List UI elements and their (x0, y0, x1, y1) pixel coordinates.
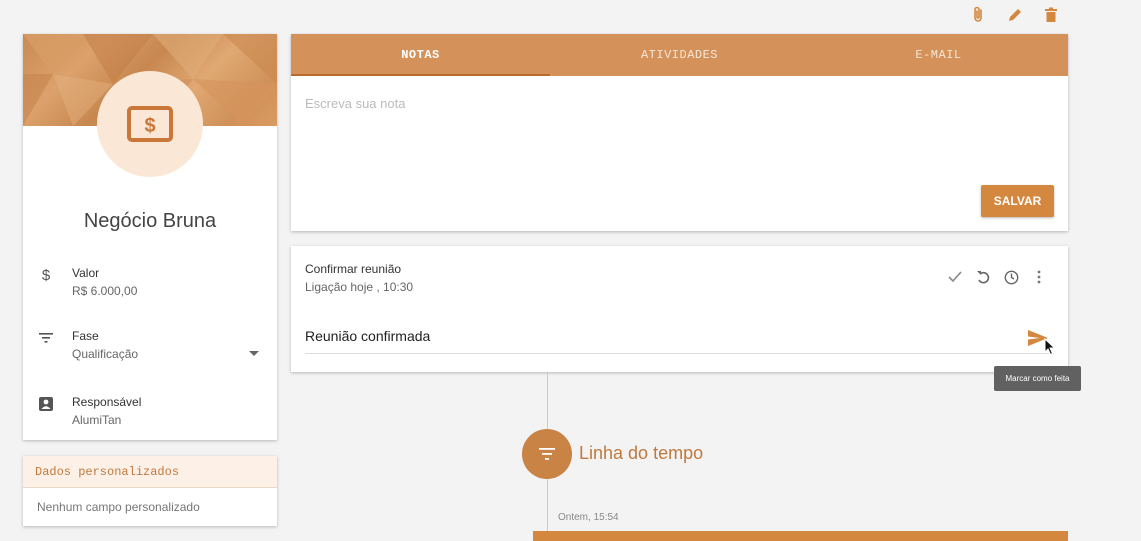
more-vert-icon[interactable] (1030, 268, 1048, 286)
tab-atividades[interactable]: ATIVIDADES (550, 34, 809, 76)
contact-card-icon (37, 395, 55, 413)
note-input[interactable] (305, 96, 1045, 111)
timeline-entry-date: Ontem, 15:54 (558, 512, 619, 523)
field-value: AlumiTan (72, 413, 122, 427)
custom-fields-empty: Nenhum campo personalizado (37, 500, 200, 514)
clock-icon[interactable] (1002, 268, 1020, 286)
money-icon: $ (127, 106, 173, 142)
filter-icon (37, 329, 55, 347)
paperclip-icon[interactable] (968, 4, 990, 26)
field-label: Valor (72, 266, 100, 280)
activity-tools (946, 268, 1048, 286)
tab-notas[interactable]: NOTAS (291, 34, 550, 76)
custom-fields-card: Dados personalizados Nenhum campo person… (23, 456, 277, 526)
custom-fields-title: Dados personalizados (23, 456, 277, 488)
mouse-cursor-icon (1044, 338, 1056, 356)
stage-select[interactable]: Qualificação (72, 347, 138, 361)
timeline-entry[interactable] (533, 531, 1068, 541)
tab-bar: NOTAS ATIVIDADES E-MAIL (291, 34, 1068, 76)
dollar-icon: $ (41, 266, 51, 284)
timeline-badge (522, 429, 572, 479)
notes-card: NOTAS ATIVIDADES E-MAIL SALVAR (291, 34, 1068, 231)
chevron-down-icon[interactable] (249, 351, 259, 356)
undo-icon[interactable] (974, 268, 992, 286)
check-icon[interactable] (946, 268, 964, 286)
field-label: Responsável (72, 395, 142, 409)
activity-card: Confirmar reunião Ligação hoje , 10:30 (291, 246, 1068, 372)
timeline-title: Linha do tempo (579, 443, 704, 463)
field-value: R$ 6.000,00 (72, 284, 138, 298)
pencil-icon[interactable] (1004, 4, 1026, 26)
deal-card: $ Negócio Bruna $ Valor R$ 6.000,00 Fase… (23, 34, 277, 440)
filter-icon (539, 448, 555, 460)
deal-name: Negócio Bruna (83, 210, 217, 232)
trash-icon[interactable] (1040, 4, 1062, 26)
activity-note-input[interactable] (305, 328, 1005, 344)
activity-title: Confirmar reunião (305, 262, 402, 276)
deal-actions (968, 4, 1062, 26)
deal-avatar: $ (97, 71, 203, 177)
activity-subtitle: Ligação hoje , 10:30 (305, 280, 414, 294)
tab-email[interactable]: E-MAIL (809, 34, 1068, 76)
tab-indicator (291, 74, 550, 76)
field-label: Fase (72, 329, 99, 343)
save-button[interactable]: SALVAR (981, 185, 1054, 217)
input-underline (305, 353, 1054, 354)
tooltip: Marcar como feita (994, 366, 1081, 391)
svg-text:$: $ (144, 115, 155, 137)
